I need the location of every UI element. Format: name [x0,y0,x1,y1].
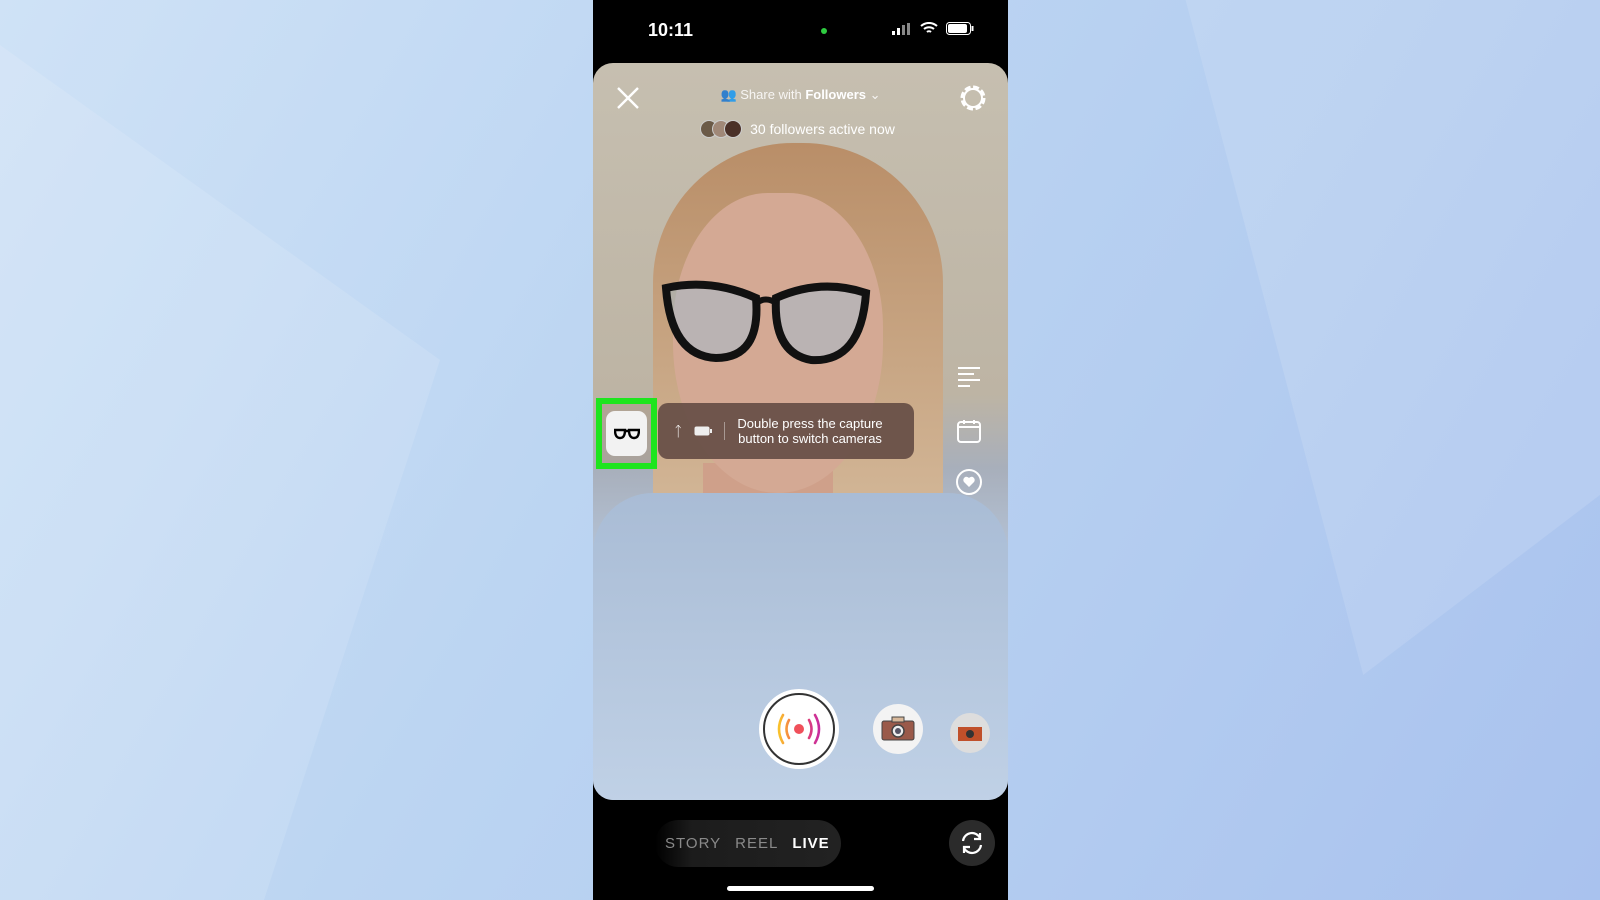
status-time: 10:11 [648,20,694,40]
retro-camera-icon [881,716,915,741]
glasses-icon [613,428,640,439]
camera-effect-button-2[interactable] [950,713,990,753]
tooltip-line-2: button to switch cameras [738,431,882,446]
mode-story[interactable]: STORY [665,835,721,852]
home-indicator[interactable] [727,886,874,891]
battery-icon [694,426,713,436]
camera-preview: 👥 Share with Followers ⌄ 30 followers ac… [593,63,1008,800]
flip-camera-button[interactable] [949,820,995,866]
wifi-icon [920,22,938,33]
people-icon: 👥 [720,87,737,102]
calendar-icon[interactable] [955,417,983,445]
battery-icon [946,22,974,35]
followers-active: 30 followers active now [593,120,1008,138]
tooltip-line-1: Double press the capture [737,416,883,431]
flip-camera-icon [961,831,983,855]
status-bar: 10:11 [593,0,1008,62]
camera-mode-selector[interactable]: STORY REEL LIVE [655,820,841,867]
camera-in-use-indicator [821,28,827,34]
retro-camera-icon [958,727,982,741]
smart-glasses-button[interactable] [596,398,657,469]
bluetooth-icon: ᛏ [674,423,683,439]
phone-screen: 10:11 👥 Share with Followers ⌄ 30 follow… [593,0,1008,900]
chevron-down-icon: ⌄ [869,87,881,102]
mode-reel[interactable]: REEL [735,835,778,852]
signal-icon [892,22,910,35]
bg-facet [1185,0,1600,675]
avatar [724,120,743,138]
bg-facet [0,45,440,900]
preview-glasses [661,280,871,365]
live-broadcast-icon [777,713,821,745]
divider [724,422,726,440]
share-audience: Followers [805,87,866,102]
settings-gear-icon[interactable] [958,83,988,113]
switch-camera-tooltip: ᛏ Double press the capture button to swit… [658,403,914,459]
followers-active-text: 30 followers active now [750,121,895,137]
share-prefix: Share with [740,87,802,102]
camera-effect-button[interactable] [873,704,923,754]
go-live-button[interactable] [759,689,839,769]
menu-lines-icon[interactable] [955,363,983,391]
fundraiser-heart-icon[interactable] [955,468,983,496]
share-audience-selector[interactable]: 👥 Share with Followers ⌄ [593,87,1008,103]
follower-avatars [700,120,743,138]
mode-live[interactable]: LIVE [792,835,829,852]
